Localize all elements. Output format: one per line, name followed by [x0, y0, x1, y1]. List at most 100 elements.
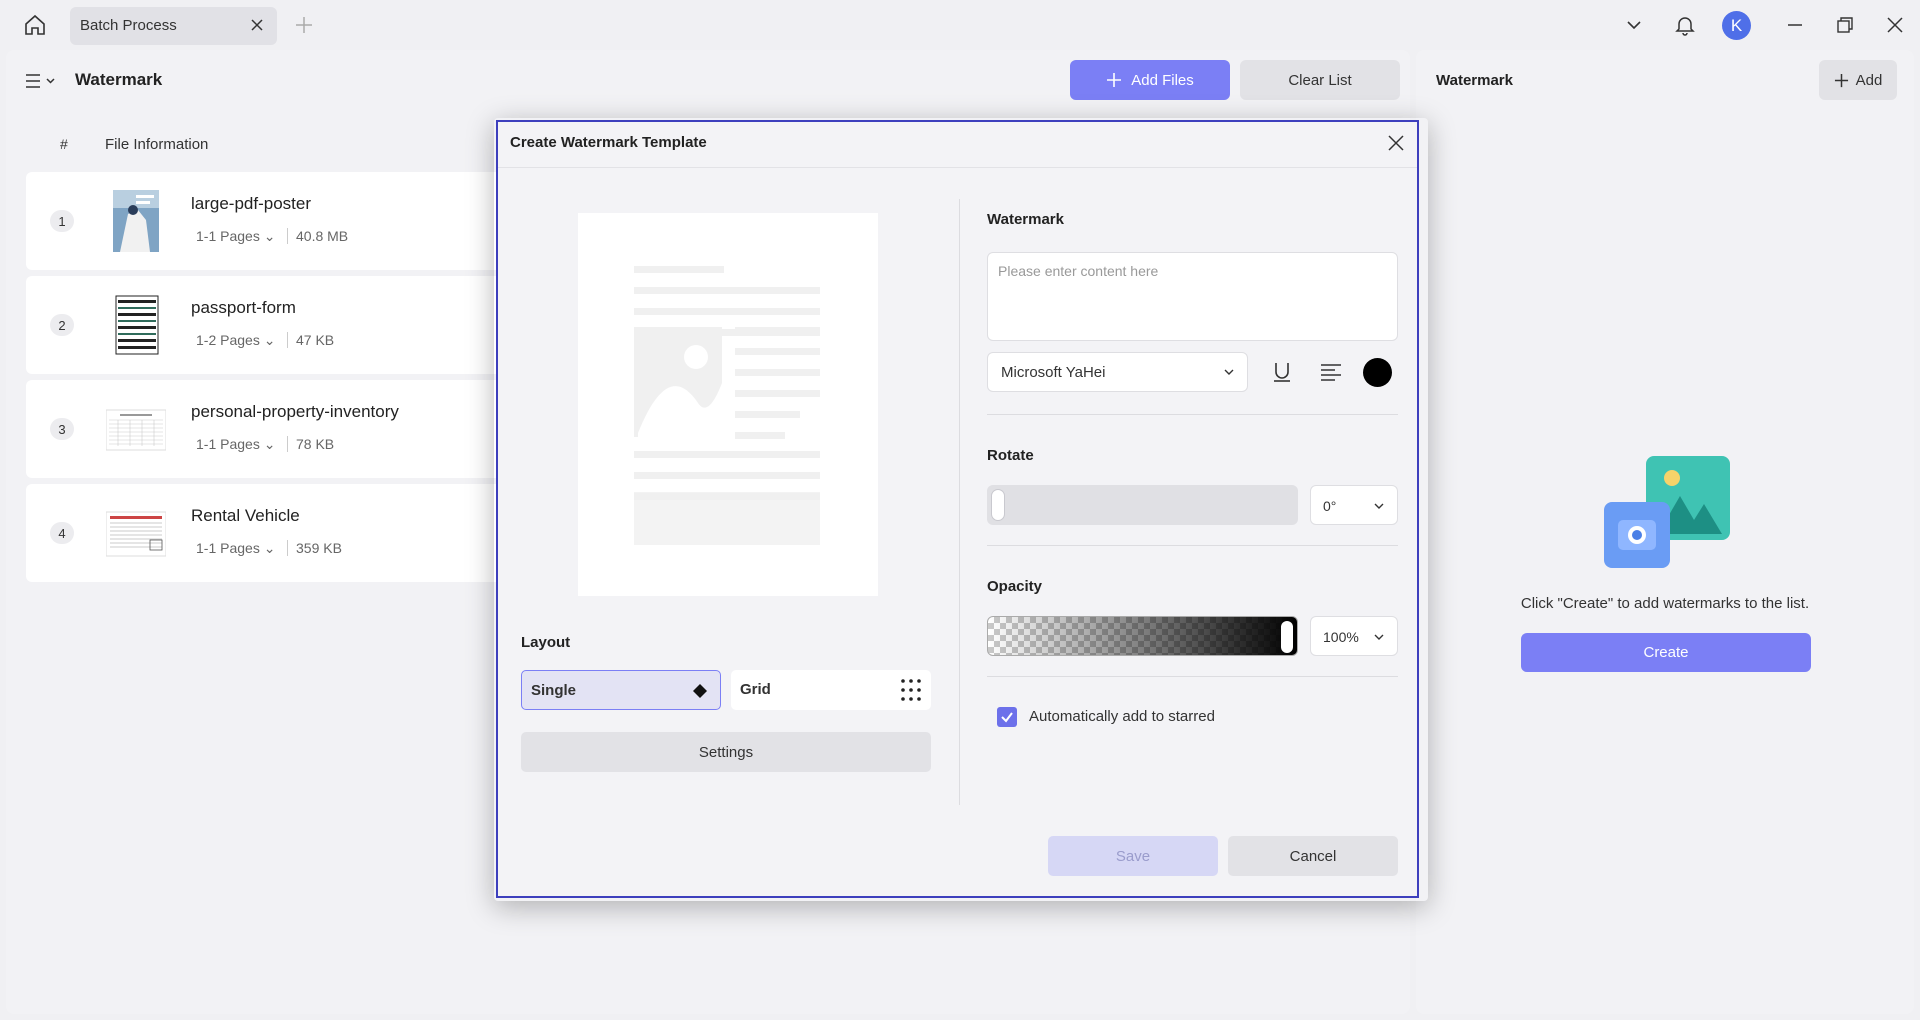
plus-icon	[1107, 73, 1122, 87]
cancel-button[interactable]: Cancel	[1228, 836, 1398, 876]
bell-icon[interactable]	[1672, 12, 1698, 38]
row-index: 3	[50, 418, 74, 440]
row-index: 1	[50, 210, 74, 232]
divider	[287, 540, 288, 556]
file-size: 359 KB	[296, 540, 342, 556]
page-range-select[interactable]: 1-2 Pages ⌄	[196, 332, 275, 349]
dialog-header: Create Watermark Template	[498, 122, 1417, 168]
avatar[interactable]: K	[1722, 11, 1751, 40]
close-tab-icon[interactable]	[249, 17, 265, 33]
new-tab-icon[interactable]	[294, 15, 314, 35]
rotate-value-select[interactable]: 0°	[1310, 485, 1398, 525]
dialog-title: Create Watermark Template	[510, 134, 707, 151]
underline-icon[interactable]	[1268, 358, 1296, 386]
chevron-down-icon: ⌄	[263, 228, 276, 244]
font-family-select[interactable]: Microsoft YaHei	[987, 352, 1248, 392]
layout-label: Layout	[521, 634, 571, 651]
close-window-icon[interactable]	[1882, 12, 1908, 38]
tab-batch-process[interactable]: Batch Process	[70, 7, 277, 45]
layout-single-option[interactable]: Single	[521, 670, 721, 710]
divider	[987, 414, 1398, 415]
file-row[interactable]: 2 passport-form 1-2 Pages ⌄ 47 KB	[26, 276, 506, 374]
opacity-section-label: Opacity	[987, 578, 1043, 595]
divider	[287, 332, 288, 348]
page-range-select[interactable]: 1-1 Pages ⌄	[196, 436, 275, 453]
close-icon[interactable]	[1387, 134, 1405, 152]
rotate-value: 0°	[1323, 498, 1337, 514]
minimize-icon[interactable]	[1782, 12, 1808, 38]
opacity-value: 100%	[1323, 629, 1359, 645]
add-watermark-button[interactable]: Add	[1819, 60, 1897, 100]
chevron-down-icon	[1374, 503, 1384, 509]
home-icon[interactable]	[20, 10, 50, 40]
rotate-slider[interactable]	[987, 485, 1298, 525]
watermark-content-input[interactable]: Please enter content here	[987, 252, 1398, 341]
opacity-slider-handle[interactable]	[1281, 621, 1293, 653]
add-label: Add	[1855, 71, 1883, 89]
page-range-select[interactable]: 1-1 Pages ⌄	[196, 540, 275, 557]
file-size: 40.8 MB	[296, 228, 349, 244]
file-thumbnail	[106, 409, 166, 451]
column-header-number: #	[60, 136, 68, 152]
page-range: 1-1 Pages	[196, 436, 260, 452]
divider	[287, 436, 288, 452]
rotate-section-label: Rotate	[987, 447, 1034, 464]
layout-grid-label: Grid	[740, 681, 771, 698]
page-range: 1-1 Pages	[196, 540, 260, 556]
file-size: 47 KB	[296, 332, 335, 348]
text-align-icon[interactable]	[1317, 358, 1345, 386]
layout-grid-option[interactable]: Grid	[731, 670, 931, 710]
image-illustration-icon	[1604, 456, 1730, 568]
settings-button[interactable]: Settings	[521, 732, 931, 772]
add-files-button[interactable]: Add Files	[1070, 60, 1230, 100]
row-index: 2	[50, 314, 74, 336]
opacity-slider[interactable]	[987, 616, 1298, 656]
empty-state-message: Click "Create" to add watermarks to the …	[1520, 595, 1810, 612]
diamond-icon	[693, 684, 707, 698]
menu-icon[interactable]	[24, 70, 60, 92]
divider	[987, 676, 1398, 677]
file-row[interactable]: 3 personal-property-inventory 1-1 Pages …	[26, 380, 506, 478]
plus-icon	[1834, 73, 1848, 87]
file-thumbnail	[115, 295, 159, 355]
divider	[987, 545, 1398, 546]
chevron-down-icon: ⌄	[263, 332, 276, 348]
layout-single-label: Single	[531, 682, 577, 699]
auto-star-label: Automatically add to starred	[1029, 708, 1215, 725]
chevron-down-icon	[1374, 634, 1384, 640]
chevron-down-icon[interactable]	[1621, 12, 1647, 38]
rotate-slider-handle[interactable]	[991, 489, 1005, 521]
opacity-value-select[interactable]: 100%	[1310, 616, 1398, 656]
restore-icon[interactable]	[1832, 12, 1858, 38]
auto-star-checkbox[interactable]	[997, 707, 1017, 727]
chevron-down-icon	[1224, 369, 1234, 375]
watermark-preview	[578, 213, 878, 596]
chevron-down-icon: ⌄	[263, 540, 276, 556]
check-icon	[1001, 712, 1013, 723]
column-header-file-information: File Information	[105, 136, 209, 153]
page-title: Watermark	[75, 70, 163, 89]
create-watermark-button[interactable]: Create	[1521, 633, 1811, 672]
page-range: 1-2 Pages	[196, 332, 260, 348]
clear-list-button[interactable]: Clear List	[1240, 60, 1400, 100]
file-name: passport-form	[191, 298, 296, 317]
file-thumbnail	[113, 190, 159, 252]
file-name: personal-property-inventory	[191, 402, 399, 421]
panel-title: Watermark	[1436, 72, 1513, 89]
save-button[interactable]: Save	[1048, 836, 1218, 876]
file-row[interactable]: 1 large-pdf-poster 1-1 Pages ⌄ 40.8 MB	[26, 172, 506, 270]
watermark-section-label: Watermark	[987, 211, 1064, 228]
divider	[959, 199, 960, 805]
divider	[287, 228, 288, 244]
watermark-list-panel: Watermark Add Click "Create" to add wate…	[1416, 50, 1914, 1014]
text-color-swatch[interactable]	[1363, 358, 1392, 387]
title-bar: Batch Process K	[0, 0, 1920, 50]
file-name: large-pdf-poster	[191, 194, 312, 213]
add-files-label: Add Files	[1131, 71, 1194, 89]
file-size: 78 KB	[296, 436, 335, 452]
page-range: 1-1 Pages	[196, 228, 260, 244]
page-range-select[interactable]: 1-1 Pages ⌄	[196, 228, 275, 245]
grid-dots-icon	[901, 679, 921, 701]
file-row[interactable]: 4 Rental Vehicle 1-1 Pages ⌄ 359 KB	[26, 484, 506, 582]
file-thumbnail	[106, 511, 166, 557]
